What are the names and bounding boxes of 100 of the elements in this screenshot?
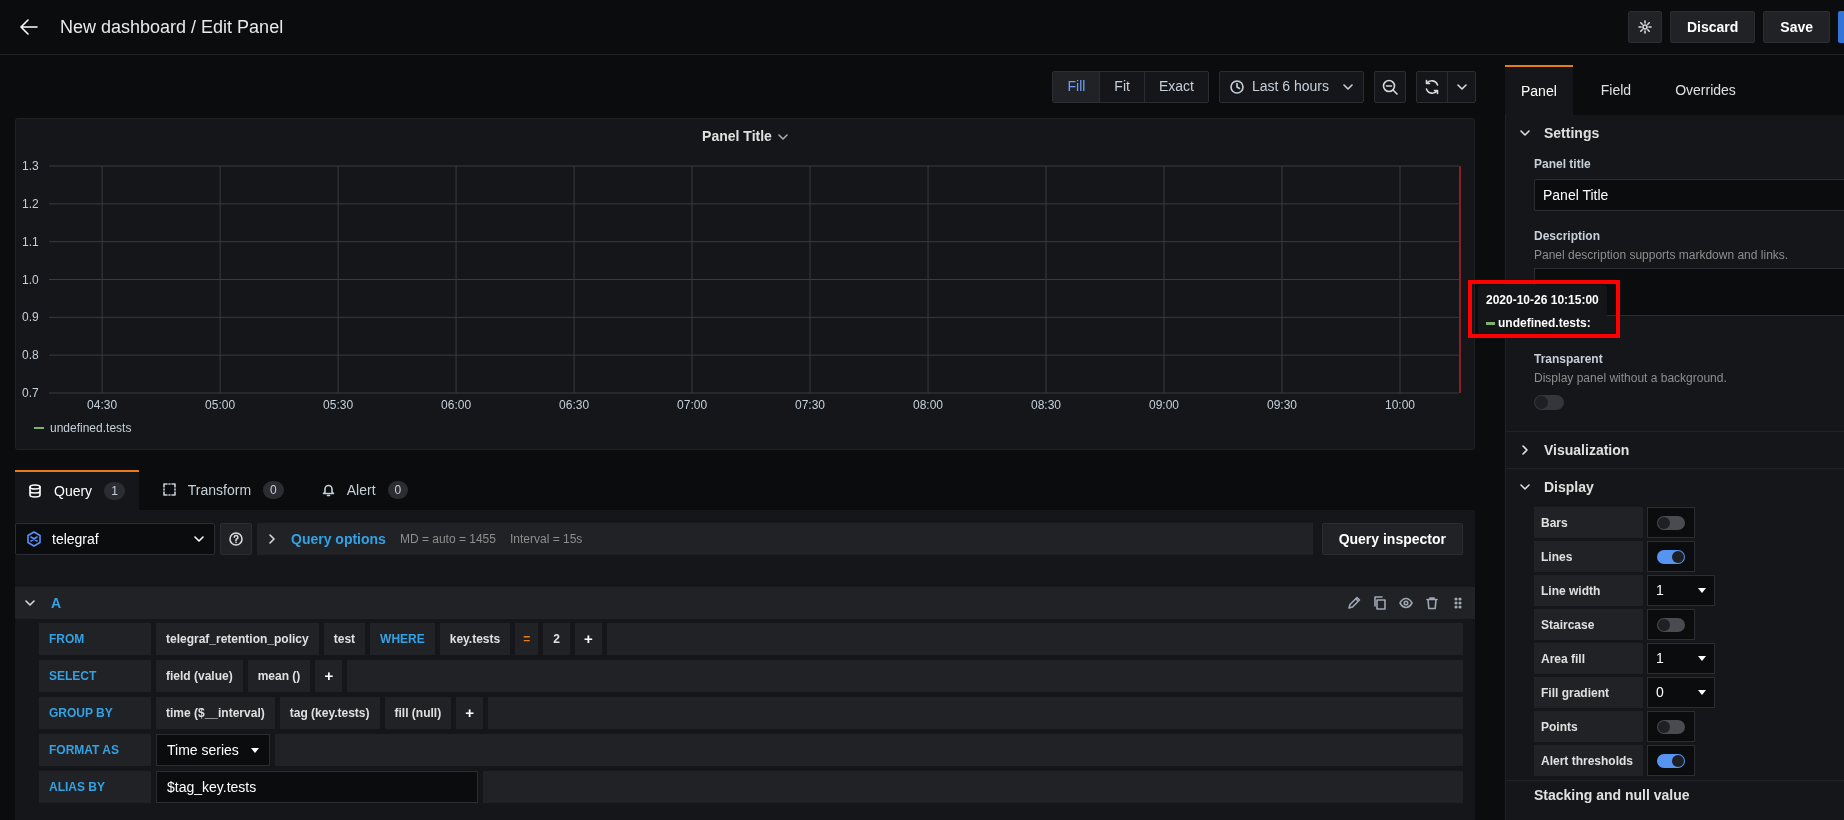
option-toggle[interactable] — [1647, 711, 1695, 742]
section-header[interactable]: Display — [1506, 469, 1844, 505]
option-label: Fill gradient — [1534, 677, 1643, 708]
header-button[interactable]: Discard — [1669, 11, 1756, 43]
x-axis-label: 07:00 — [677, 398, 708, 412]
option-label: Bars — [1534, 507, 1643, 538]
caret-down-icon — [1698, 690, 1706, 695]
query-segment[interactable]: tag (key.tests) — [279, 697, 380, 729]
bell-icon — [321, 483, 335, 497]
query-segment[interactable]: key.tests — [439, 623, 511, 655]
x-axis-label: 05:00 — [205, 398, 236, 412]
query-row-label: SELECT — [39, 660, 151, 692]
x-axis-label: 04:30 — [87, 398, 118, 412]
operator-segment[interactable]: = — [515, 623, 539, 655]
options-tab[interactable]: Panel — [1505, 65, 1573, 115]
field-help-text: Display panel without a background. — [1534, 370, 1728, 387]
size-mode-tab[interactable]: Fit — [1099, 71, 1144, 102]
option-label: Lines — [1534, 541, 1643, 572]
query-inspector-button[interactable]: Query inspector — [1321, 523, 1463, 555]
query-options-summary: Interval = 15s — [510, 531, 583, 548]
duplicate-icon — [1373, 596, 1387, 610]
query-tab[interactable]: Alert 0 — [307, 470, 423, 510]
size-mode-tab[interactable]: Fill — [1053, 71, 1100, 102]
section-header[interactable]: Settings — [1506, 115, 1844, 151]
format-select[interactable]: Time series — [156, 734, 270, 766]
field-label: Transparent — [1534, 351, 1604, 368]
query-tab[interactable]: Query 1 — [15, 470, 139, 510]
option-toggle[interactable] — [1647, 609, 1695, 640]
option-label: Staircase — [1534, 609, 1643, 640]
x-axis-label: 10:00 — [1385, 398, 1415, 412]
query-ref-label[interactable]: A — [51, 592, 62, 614]
option-select[interactable]: 1 — [1647, 575, 1715, 606]
edit-icon — [1347, 596, 1361, 610]
transform-icon — [162, 483, 176, 497]
panel-title[interactable]: Panel Title — [702, 125, 772, 147]
query-segment[interactable]: time ($__interval) — [156, 697, 275, 729]
x-axis-label: 07:30 — [795, 398, 826, 412]
x-axis-label: 05:30 — [323, 398, 354, 412]
query-tab[interactable]: Transform 0 — [148, 470, 298, 510]
option-label: Points — [1534, 711, 1643, 742]
caret-icon — [777, 134, 788, 140]
duplicate-button[interactable] — [1373, 596, 1387, 610]
field-label: Panel title — [1534, 156, 1592, 173]
option-select[interactable]: 0 — [1647, 677, 1715, 708]
settings-button[interactable] — [1627, 11, 1662, 43]
y-axis-label: 0.8 — [22, 348, 39, 363]
y-axis-label: 1.2 — [22, 196, 39, 211]
header-button[interactable]: Save — [1763, 11, 1830, 43]
trash-button[interactable] — [1425, 596, 1439, 610]
query-segment[interactable]: 2 — [543, 623, 570, 655]
help-button[interactable] — [220, 523, 252, 555]
count-badge: 0 — [263, 481, 284, 499]
add-segment-button[interactable]: + — [456, 697, 483, 729]
option-toggle[interactable] — [1647, 745, 1695, 776]
query-segment[interactable]: telegraf_retention_policy — [156, 623, 319, 655]
option-toggle[interactable] — [1647, 541, 1695, 572]
caret-down-icon — [1698, 656, 1706, 661]
time-range-picker[interactable]: Last 6 hours — [1218, 70, 1364, 103]
option-toggle[interactable] — [1647, 507, 1695, 538]
alias-input[interactable]: $tag_key.tests — [156, 771, 478, 803]
zoom-out-button[interactable] — [1374, 70, 1406, 103]
back-arrow-icon — [20, 19, 38, 35]
options-tab[interactable]: Overrides — [1659, 65, 1752, 115]
legend-label[interactable]: undefined.tests — [50, 419, 132, 437]
field-help-text: Panel description supports markdown and links. — [1534, 247, 1790, 264]
query-segment[interactable]: field (value) — [156, 660, 243, 692]
eye-button[interactable] — [1399, 596, 1413, 610]
y-axis-label: 1.3 — [22, 159, 39, 173]
option-label: Area fill — [1534, 643, 1643, 674]
size-mode-tab[interactable]: Exact — [1143, 71, 1208, 102]
database-icon — [29, 484, 42, 498]
transparent-toggle[interactable] — [1534, 395, 1564, 410]
x-axis-label: 08:30 — [1031, 398, 1062, 412]
caret-icon — [1456, 83, 1467, 90]
refresh-icon — [1424, 78, 1440, 95]
options-tab[interactable]: Field — [1584, 65, 1648, 115]
caret-icon — [1343, 83, 1353, 90]
datasource-logo-icon — [26, 531, 42, 547]
datasource-picker[interactable]: telegraf — [15, 523, 215, 555]
query-segment[interactable]: fill (null) — [384, 697, 452, 729]
option-label: Alert thresholds — [1534, 745, 1643, 776]
section-header[interactable]: Visualization — [1506, 432, 1844, 468]
add-segment-button[interactable]: + — [574, 623, 602, 655]
count-badge: 1 — [104, 482, 125, 500]
y-axis-label: 1.0 — [22, 272, 39, 287]
panel-title-input[interactable]: Panel Title — [1534, 179, 1844, 211]
y-axis-label: 1.1 — [22, 234, 39, 249]
help-icon — [229, 532, 243, 546]
option-select[interactable]: 1 — [1647, 643, 1715, 674]
x-axis-label: 06:30 — [559, 398, 590, 412]
query-segment[interactable]: mean () — [247, 660, 311, 692]
query-segment[interactable]: test — [323, 623, 366, 655]
add-segment-button[interactable]: + — [315, 660, 343, 692]
x-axis-label: 09:00 — [1149, 398, 1180, 412]
option-label: Line width — [1534, 575, 1643, 606]
query-row-label: GROUP BY — [39, 697, 151, 729]
edit-button[interactable] — [1347, 596, 1361, 610]
query-options-toggle[interactable]: Query options — [291, 528, 386, 550]
chevron-right-icon — [269, 534, 275, 544]
section-header[interactable]: Stacking and null value — [1506, 781, 1844, 806]
